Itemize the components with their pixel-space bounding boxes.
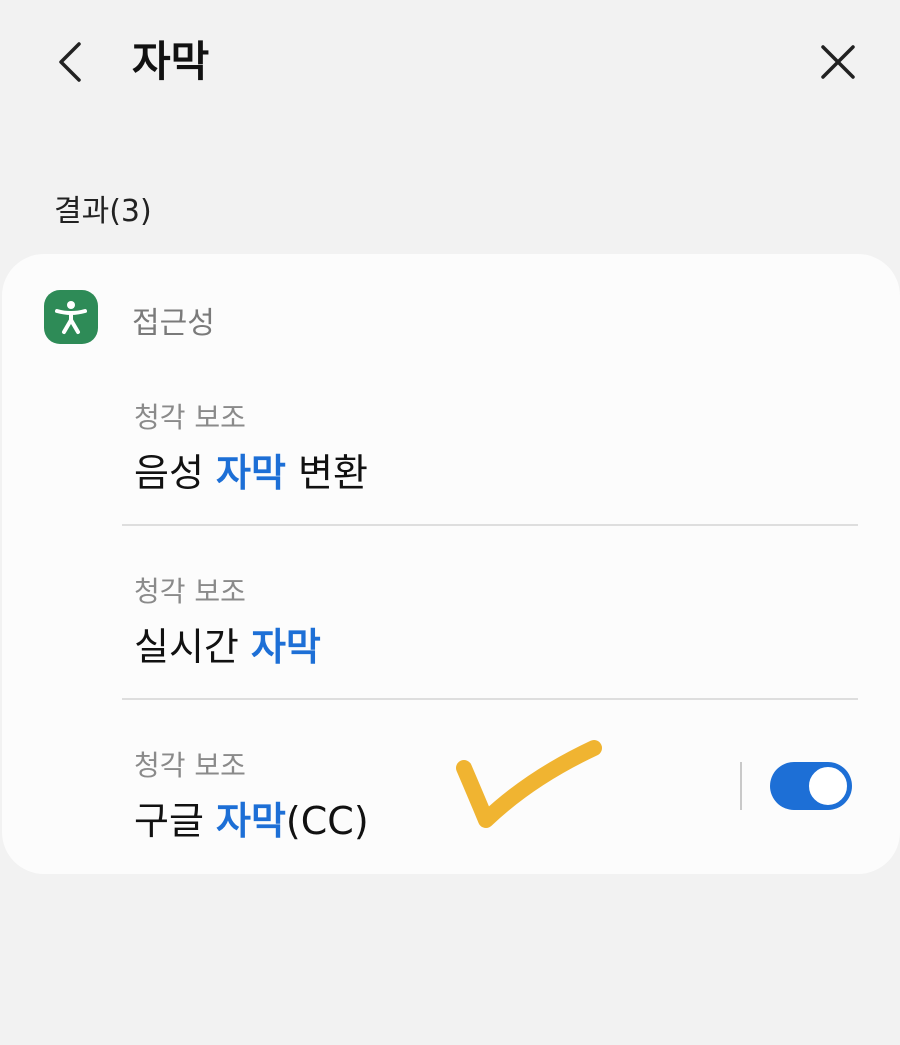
category-label: 접근성 (132, 306, 215, 341)
title-prefix: 구글 (134, 799, 216, 843)
back-button[interactable] (42, 34, 98, 90)
title-prefix: 실시간 (134, 625, 251, 669)
hand-drawn-checkmark-icon (456, 740, 602, 828)
result-item-title: 음성 자막 변환 (134, 442, 368, 497)
result-item-title: 구글 자막(CC) (134, 790, 369, 845)
result-item-google-caption[interactable]: 청각 보조 구글 자막(CC) (122, 728, 722, 898)
title-highlight: 자막 (216, 451, 286, 495)
results-count: 결과(3) (54, 194, 152, 229)
title-suffix: (CC) (285, 799, 369, 843)
result-item-subtitle: 청각 보조 (134, 401, 246, 434)
divider (122, 698, 858, 700)
search-results-page: 자막 결과(3) 접근성 청각 보조 음성 자막 변환 청각 보조 실시간 자막… (0, 0, 900, 1045)
google-caption-toggle[interactable] (770, 762, 852, 810)
category-icon-badge (44, 290, 98, 344)
title-prefix: 음성 (134, 451, 216, 495)
result-item-subtitle: 청각 보조 (134, 575, 246, 608)
title-highlight: 자막 (216, 799, 286, 843)
toggle-knob (807, 765, 849, 807)
close-button[interactable] (810, 34, 866, 90)
title-suffix: 변환 (285, 451, 368, 495)
divider (122, 524, 858, 526)
close-icon (821, 45, 855, 79)
toggle-separator (740, 762, 742, 810)
result-item-title: 실시간 자막 (134, 616, 321, 671)
accessibility-icon (55, 301, 87, 334)
top-bar: 자막 (0, 0, 900, 125)
page-title: 자막 (132, 37, 210, 86)
title-highlight: 자막 (250, 625, 321, 669)
result-item-subtitle: 청각 보조 (134, 749, 246, 782)
chevron-left-icon (59, 42, 81, 82)
